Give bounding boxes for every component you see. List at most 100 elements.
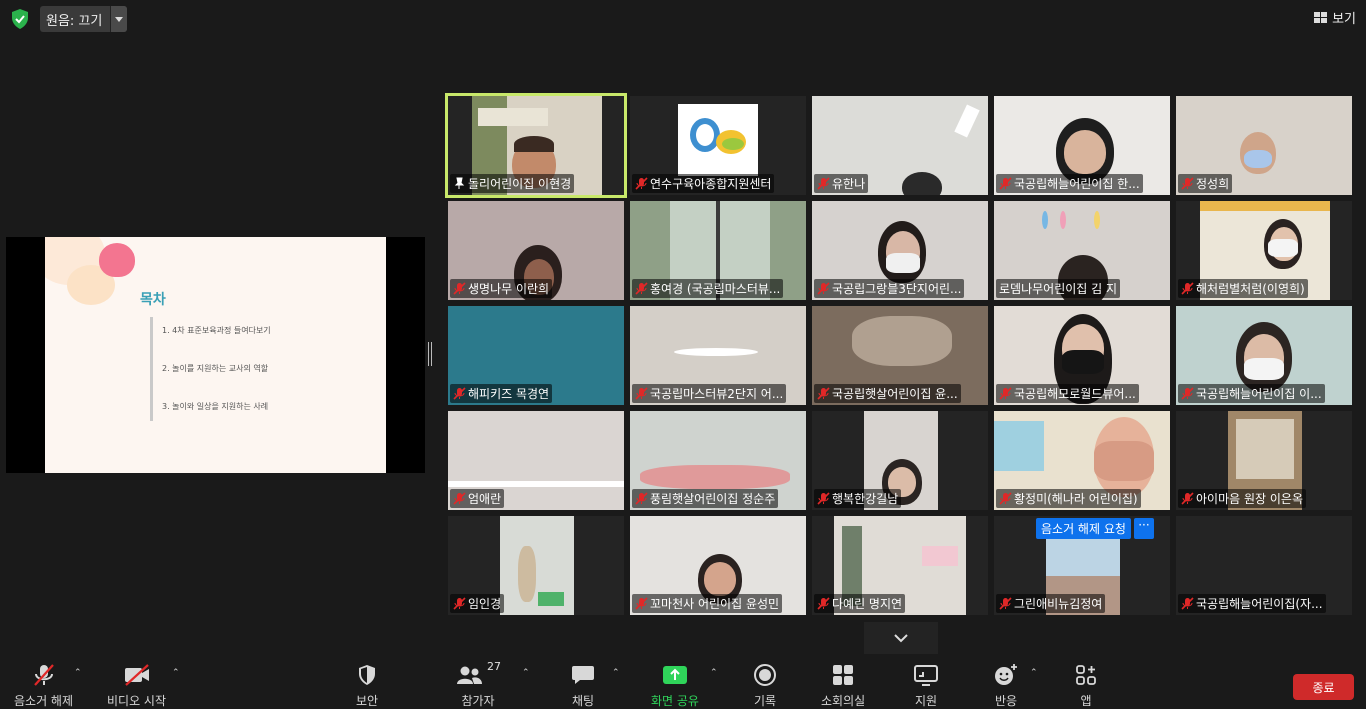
participant-tile[interactable]: 생명나무 이란희	[448, 201, 624, 300]
participant-name: 풍림햇살어린이집 정순주	[650, 492, 776, 506]
mic-muted-icon	[999, 177, 1012, 190]
participant-tile[interactable]: 해피키즈 목경연	[448, 306, 624, 405]
heart-decoration-icon	[99, 243, 135, 277]
participant-name: 연수구육아종합지원센터	[650, 177, 772, 191]
slide-divider	[150, 317, 153, 421]
participant-name: 정성희	[1196, 177, 1230, 191]
breakout-rooms-label: 소회의실	[821, 694, 866, 708]
breakout-rooms-icon	[833, 665, 854, 685]
participant-tile[interactable]: 임인경	[448, 516, 624, 615]
mic-muted-icon	[817, 597, 830, 610]
slide-item: 2. 놀이를 지원하는 교사의 역할	[162, 364, 269, 373]
mic-muted-icon	[817, 282, 830, 295]
chat-button[interactable]: 채팅	[571, 660, 595, 709]
more-options-button[interactable]: ···	[1133, 518, 1154, 539]
participant-tile[interactable]: 국공립해늘어린이집(자...	[1176, 516, 1352, 615]
participant-tile[interactable]: 국공립해늘어린이집 이...	[1176, 306, 1352, 405]
next-page-button[interactable]	[864, 622, 938, 654]
view-button[interactable]: 보기	[1314, 8, 1356, 27]
emoji-reaction-icon	[995, 664, 1017, 685]
mic-muted-icon	[999, 387, 1012, 400]
participant-tile[interactable]: 돌리어린이집 이현경	[445, 93, 627, 198]
chat-bubble-icon	[572, 666, 594, 684]
participant-tile[interactable]: 다예린 명지연	[812, 516, 988, 615]
participant-tile[interactable]: 국공립그랑블3단지어린...	[812, 201, 988, 300]
support-screen-icon	[914, 665, 938, 686]
mic-muted-icon	[635, 492, 648, 505]
participant-name: 엄애란	[468, 492, 502, 506]
reactions-options-caret-icon[interactable]: ⌃	[1030, 668, 1038, 678]
mic-muted-icon	[453, 282, 466, 295]
participant-name: 돌리어린이집 이현경	[468, 177, 572, 191]
end-meeting-button[interactable]: 종료	[1293, 674, 1354, 700]
ask-to-unmute-button[interactable]: 음소거 해제 요청	[1036, 518, 1131, 539]
participant-name: 국공립해늘어린이집(자...	[1196, 597, 1323, 611]
mic-muted-icon	[817, 387, 830, 400]
mic-muted-icon	[1181, 177, 1194, 190]
share-options-caret-icon[interactable]: ⌃	[710, 668, 718, 678]
share-screen-icon	[662, 666, 687, 684]
participant-tile[interactable]: 유한나	[812, 96, 988, 195]
start-video-button[interactable]: 비디오 시작	[107, 660, 166, 709]
mic-muted-icon	[1181, 492, 1194, 505]
participant-name: 국공립마스터뷰2단지 어...	[650, 387, 784, 401]
reactions-button[interactable]: 반응	[993, 660, 1019, 709]
participant-name: 해처럼별처럼(이영희)	[1196, 282, 1305, 296]
participant-tile[interactable]: 연수구육아종합지원센터	[630, 96, 806, 195]
participant-tile[interactable]: 정성희	[1176, 96, 1352, 195]
slide-title: 목차	[140, 292, 166, 308]
unmute-button[interactable]: 음소거 해제	[14, 660, 73, 709]
encryption-shield-icon[interactable]	[10, 8, 30, 30]
participants-button[interactable]: 27 참가자	[455, 660, 501, 709]
participant-tile[interactable]: 국공립마스터뷰2단지 어...	[630, 306, 806, 405]
participant-tile[interactable]: 행복한강길남	[812, 411, 988, 510]
participant-name: 해피키즈 목경연	[468, 387, 550, 401]
participant-name: 국공립해늘어린이집 이...	[1196, 387, 1322, 401]
participant-tile[interactable]: 홍여경 (국공립마스터뷰...	[630, 201, 806, 300]
audio-options-caret-icon[interactable]: ⌃	[74, 668, 82, 678]
original-sound-dropdown[interactable]: 원음: 끄기	[40, 6, 128, 32]
participants-label: 참가자	[461, 694, 495, 708]
mic-muted-icon	[817, 492, 830, 505]
participant-name: 그린애비뉴김정여	[1014, 597, 1103, 611]
pin-icon	[454, 177, 465, 189]
participant-tile[interactable]: 국공립해모로월드뷰어...	[994, 306, 1170, 405]
chevron-down-icon	[894, 634, 908, 643]
shared-screen[interactable]: 목차 1. 4차 표준보육과정 들여다보기 2. 놀이를 지원하는 교사의 역할…	[6, 237, 425, 473]
participant-tile[interactable]: 황정미(해나라 어린이집)	[994, 411, 1170, 510]
apps-button[interactable]: 앱	[1075, 660, 1097, 709]
participant-tile[interactable]: 엄애란	[448, 411, 624, 510]
participant-name: 국공립해늘어린이집 한...	[1014, 177, 1140, 191]
participant-name: 유한나	[832, 177, 866, 191]
participant-tile[interactable]: 국공립해늘어린이집 한...	[994, 96, 1170, 195]
video-options-caret-icon[interactable]: ⌃	[172, 668, 180, 678]
participant-tile[interactable]: 국공립햇살어린이집 윤...	[812, 306, 988, 405]
support-button[interactable]: 지원	[913, 660, 939, 709]
security-label: 보안	[356, 694, 379, 708]
presentation-slide: 목차 1. 4차 표준보육과정 들여다보기 2. 놀이를 지원하는 교사의 역할…	[45, 237, 386, 473]
participant-name: 임인경	[468, 597, 502, 611]
participant-name: 홍여경 (국공립마스터뷰...	[650, 282, 781, 296]
chat-label: 채팅	[571, 694, 595, 708]
participant-name: 아이마음 원장 이은옥	[1196, 492, 1303, 506]
breakout-rooms-button[interactable]: 소회의실	[821, 660, 865, 709]
participant-name: 황정미(해나라 어린이집)	[1014, 492, 1138, 506]
start-video-label: 비디오 시작	[107, 694, 167, 708]
participant-name: 국공립햇살어린이집 윤...	[832, 387, 958, 401]
participant-tile[interactable]: 해처럼별처럼(이영희)	[1176, 201, 1352, 300]
participant-count: 27	[487, 660, 501, 673]
chevron-down-icon[interactable]	[110, 6, 128, 32]
chat-options-caret-icon[interactable]: ⌃	[612, 668, 620, 678]
support-label: 지원	[914, 694, 938, 708]
security-button[interactable]: 보안	[356, 660, 378, 709]
participant-tile[interactable]: 꼬마천사 어린이집 윤성민	[630, 516, 806, 615]
participant-tile[interactable]: 풍림햇살어린이집 정순주	[630, 411, 806, 510]
participant-tile[interactable]: 로뎀나무어린이집 김 지	[994, 201, 1170, 300]
record-button[interactable]: 기록	[753, 660, 777, 709]
share-screen-button[interactable]: 화면 공유	[651, 660, 699, 709]
participant-tile[interactable]: 아이마음 원장 이은옥	[1176, 411, 1352, 510]
split-view-handle[interactable]	[428, 342, 432, 366]
top-left-controls: 원음: 끄기	[10, 6, 128, 32]
participants-options-caret-icon[interactable]: ⌃	[522, 668, 530, 678]
mic-muted-icon	[635, 282, 648, 295]
